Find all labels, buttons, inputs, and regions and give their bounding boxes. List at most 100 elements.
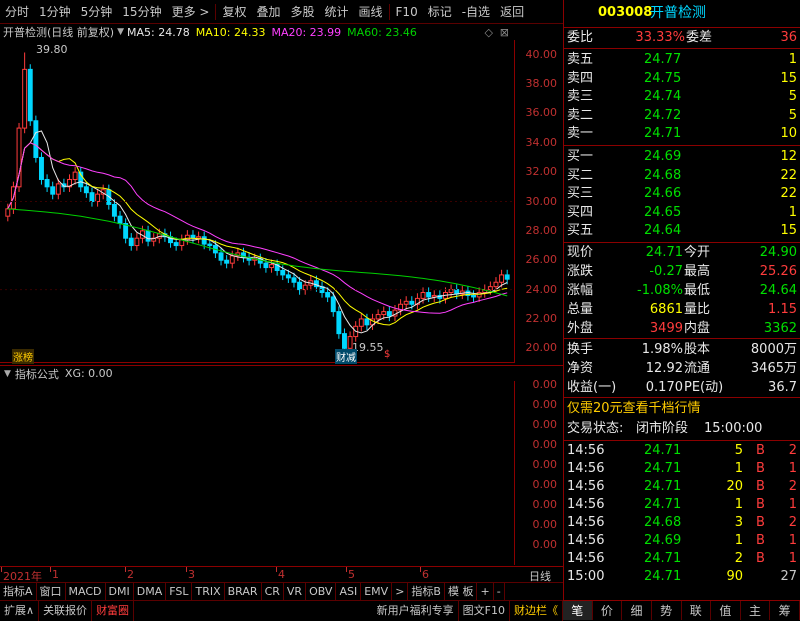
- toolbar-button-4[interactable]: 更多 >: [167, 0, 215, 24]
- indicator-tab[interactable]: >: [392, 582, 409, 601]
- price-tick: 20.00: [525, 341, 558, 355]
- toolbar-button-3[interactable]: 15分钟: [117, 0, 166, 24]
- indicator-tab[interactable]: VR: [284, 582, 307, 601]
- tick-count: 1: [788, 551, 797, 566]
- tick-count: 1: [788, 497, 797, 512]
- indicator-tab[interactable]: +: [477, 582, 494, 601]
- indicator-tab[interactable]: CR: [262, 582, 284, 601]
- toolbar-button-2[interactable]: 5分钟: [76, 0, 118, 24]
- toolbar-button-7[interactable]: 多股: [285, 0, 319, 24]
- buys-volume: 22: [780, 167, 797, 183]
- chevron-down-icon[interactable]: ▼: [117, 27, 124, 37]
- stats-label: 涨幅: [567, 283, 594, 298]
- buys-label: 买一: [567, 149, 594, 164]
- tick-price: 24.68: [644, 515, 682, 530]
- stats2-label2: PE(动): [684, 380, 724, 395]
- indicator-tab[interactable]: FSL: [166, 582, 193, 601]
- bottom-right-link[interactable]: 新用户福利专享: [373, 600, 459, 621]
- toolbar-button-9[interactable]: 画线: [354, 0, 388, 24]
- quote-tab[interactable]: 主: [741, 601, 771, 620]
- stats-value2: 1.15: [768, 302, 797, 317]
- promo-link[interactable]: 仅需20元查看千档行情: [567, 400, 701, 418]
- bottom-link[interactable]: 财富圈: [92, 600, 135, 621]
- stats2-label: 收益(一): [567, 380, 617, 395]
- tick-direction: B: [756, 443, 765, 458]
- indicator-tab[interactable]: MACD: [66, 582, 106, 601]
- bottom-link[interactable]: 关联报价: [39, 600, 93, 621]
- toolbar-button-6[interactable]: 叠加: [251, 0, 285, 24]
- indicator-tab[interactable]: 模 板: [445, 582, 478, 601]
- indicator-tick: 0.00: [532, 378, 558, 391]
- tick-time: 14:56: [567, 533, 605, 548]
- buys-row: 买一 24.69 12: [564, 148, 800, 166]
- indicator-svg: [0, 381, 515, 565]
- sells-label: 卖二: [567, 107, 594, 123]
- time-tick: [1, 567, 2, 572]
- indicator-tab[interactable]: 窗口: [37, 582, 66, 601]
- stats-row: 涨幅 -1.08% 最低 24.64: [564, 282, 800, 300]
- indicator-tab[interactable]: EMV: [361, 582, 393, 601]
- event-tag-s[interactable]: $: [384, 349, 390, 360]
- quote-tab[interactable]: 联: [682, 601, 712, 620]
- candle-body: [117, 215, 123, 225]
- kline-chart[interactable]: 39.80 19.55 涨榜 财减 $: [0, 40, 515, 364]
- stats2-value: 0.170: [645, 380, 683, 395]
- close-icon[interactable]: ⊠: [500, 26, 509, 39]
- tick-row: 14:56 24.69 1 B 1: [564, 532, 800, 550]
- indicator-tab[interactable]: OBV: [306, 582, 337, 601]
- candle-body: [111, 203, 117, 217]
- bottom-link[interactable]: 扩展∧: [0, 600, 40, 621]
- quote-tabs: 笔价细势联值主筹: [563, 600, 800, 620]
- buys-volume: 22: [780, 186, 797, 201]
- toolbar-button-8[interactable]: 统计: [320, 0, 354, 24]
- tick-volume: 3: [734, 515, 743, 530]
- status-value: 闭市阶段: [636, 421, 689, 436]
- indicator-tick: 0.00: [532, 518, 558, 531]
- indicator-chart[interactable]: [0, 381, 515, 565]
- buys-volume: 1: [788, 204, 797, 220]
- candle-body: [218, 252, 224, 261]
- quote-tab[interactable]: 值: [711, 601, 741, 620]
- indicator-tab[interactable]: TRIX: [192, 582, 225, 601]
- bottom-right-link[interactable]: 财边栏《: [510, 600, 563, 621]
- collapse-icon[interactable]: ▼: [4, 369, 11, 379]
- indicator-tab[interactable]: -: [494, 582, 505, 601]
- indicator-tab[interactable]: DMA: [134, 582, 167, 601]
- indicator-title[interactable]: 指标公式: [15, 366, 59, 382]
- weibi-value: 33.33%: [635, 30, 685, 45]
- quote-tab[interactable]: 筹: [770, 601, 800, 620]
- toolbar-button-11[interactable]: 标记: [423, 0, 457, 24]
- indicator-tab[interactable]: BRAR: [225, 582, 262, 601]
- candle-body: [499, 274, 505, 283]
- toolbar-button-12[interactable]: -自选: [457, 0, 495, 24]
- toolbar-button-13[interactable]: 返回: [495, 0, 529, 24]
- stats2-value: 1.98%: [641, 342, 683, 357]
- toolbar-button-0[interactable]: 分时: [0, 0, 34, 24]
- indicator-tick: 0.00: [532, 438, 558, 451]
- indicator-tab[interactable]: ASI: [336, 582, 362, 601]
- indicator-tab[interactable]: DMI: [106, 582, 134, 601]
- status-time: 15:00:00: [704, 421, 763, 436]
- toolbar-button-1[interactable]: 1分钟: [34, 0, 76, 24]
- quote-tab[interactable]: 价: [593, 601, 623, 620]
- quote-tab[interactable]: 细: [622, 601, 652, 620]
- toolbar-button-5[interactable]: 复权: [217, 0, 251, 24]
- quote-tab[interactable]: 笔: [563, 601, 593, 620]
- time-label: 1: [52, 568, 59, 581]
- stats-value: -1.08%: [637, 283, 683, 298]
- event-tag-left[interactable]: 涨榜: [12, 349, 34, 364]
- tick-volume: 2: [734, 551, 743, 566]
- quote-tab[interactable]: 势: [652, 601, 682, 620]
- toolbar-separator: [215, 3, 217, 20]
- bottom-right-link[interactable]: 图文F10: [459, 600, 510, 621]
- indicator-tab[interactable]: 指标B: [408, 582, 445, 601]
- tick-price: 24.71: [644, 461, 682, 476]
- indicator-tick: 0.00: [532, 418, 558, 431]
- price-tick: 34.00: [525, 135, 558, 149]
- toolbar-button-10[interactable]: F10: [391, 0, 423, 24]
- diamond-icon[interactable]: ◇: [485, 26, 493, 39]
- sells-label: 卖一: [567, 126, 594, 141]
- event-tag-mid[interactable]: 财减: [335, 349, 357, 364]
- indicator-tab[interactable]: 指标A: [0, 582, 37, 601]
- candle-body: [33, 120, 39, 158]
